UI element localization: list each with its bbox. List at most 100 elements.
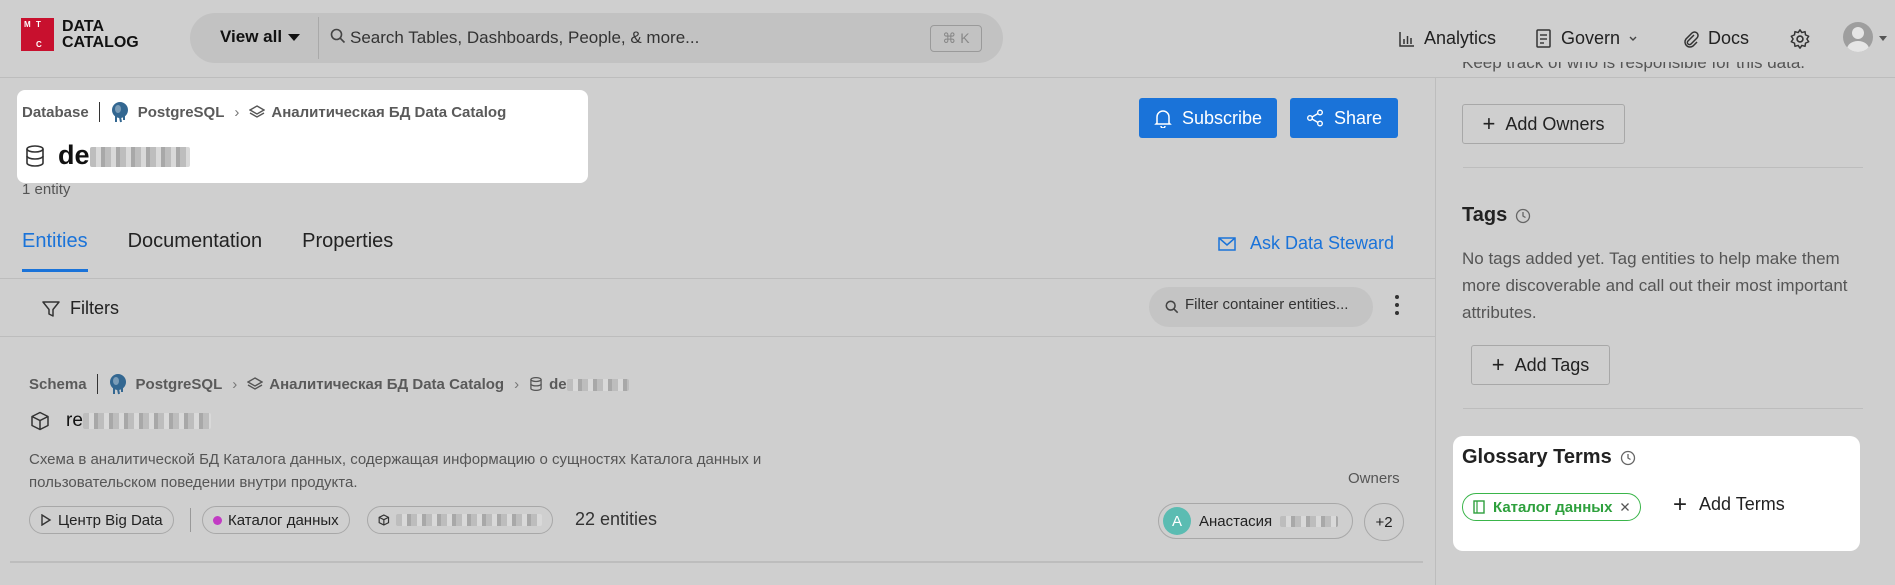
nav-govern[interactable]: Govern [1535, 28, 1638, 49]
entity-name: de [58, 140, 190, 171]
redacted-text [566, 378, 629, 391]
tag-chip[interactable]: Каталог данных [202, 506, 350, 534]
schema-title[interactable]: re [30, 410, 211, 432]
search-shortcut-hint: ⌘ K [930, 25, 982, 52]
add-owners-button[interactable]: + Add Owners [1462, 104, 1625, 144]
owner-chip[interactable]: A Анастасия [1158, 503, 1353, 539]
divider [1463, 408, 1863, 409]
subscribe-button[interactable]: Subscribe [1139, 98, 1277, 138]
mail-icon [1218, 236, 1236, 251]
entity-tabs: Entities Documentation Properties [22, 230, 393, 272]
document-list-icon [1536, 28, 1551, 48]
filter-container-input[interactable] [1185, 296, 1365, 313]
share-icon [1306, 109, 1323, 127]
schema-description: Схема в аналитической БД Каталога данных… [29, 451, 762, 491]
clock-info-icon [1516, 208, 1531, 223]
redacted-text [395, 514, 542, 526]
database-icon [26, 144, 44, 167]
platform-link[interactable]: PostgreSQL [138, 104, 225, 121]
ask-data-steward-link[interactable]: Ask Data Steward [1218, 233, 1394, 254]
view-all-dropdown[interactable]: View all [220, 27, 301, 47]
container-link[interactable]: Аналитическая БД Data Catalog [271, 104, 506, 121]
app-logo[interactable]: M T C DATA CATALOG [21, 18, 139, 51]
tab-properties[interactable]: Properties [302, 230, 393, 272]
caret-down-icon[interactable] [1879, 36, 1887, 41]
filters-button[interactable]: Filters [42, 298, 119, 319]
container-layers-icon [247, 377, 264, 390]
postgresql-icon [111, 102, 128, 123]
add-tags-button[interactable]: + Add Tags [1471, 345, 1610, 385]
owners-description: Keep track of who is responsible for thi… [1462, 62, 1806, 72]
owner-name: Анастасия [1199, 512, 1273, 530]
nav-docs[interactable]: Docs [1682, 28, 1749, 49]
sidebar-divider [1435, 78, 1436, 585]
bar-chart-icon [1399, 31, 1414, 47]
schema-name: re [66, 410, 211, 432]
more-options-icon[interactable] [1394, 293, 1400, 319]
divider [0, 336, 1435, 337]
search-icon [1165, 300, 1179, 314]
divider [0, 278, 1435, 279]
entity-title: de [24, 140, 190, 171]
search-input[interactable] [350, 25, 910, 51]
glossary-terms-card: Glossary Terms Каталог данных + Add Term… [1453, 436, 1860, 551]
schema-cube-icon [31, 411, 49, 431]
entity-type-label: Schema [29, 375, 87, 393]
paperclip-icon [1684, 30, 1699, 48]
tab-entities[interactable]: Entities [22, 230, 88, 272]
chevron-right-icon: › [232, 375, 238, 393]
entity-count: 1 entity [22, 181, 71, 198]
entities-count: 22 entities [575, 509, 658, 529]
plus-icon: + [1673, 490, 1688, 518]
data-product-cube-icon [378, 514, 390, 526]
divider [1463, 167, 1863, 168]
bell-icon [1154, 110, 1172, 128]
caret-down-icon [288, 33, 301, 41]
redacted-text [1280, 515, 1339, 527]
share-button[interactable]: Share [1290, 98, 1398, 138]
tag-dot-icon [213, 515, 222, 525]
plus-icon: + [1482, 111, 1496, 136]
redacted-text [89, 146, 190, 167]
container-filter-search [1149, 287, 1373, 327]
logo-mark: M T C [21, 18, 54, 51]
database-link[interactable]: de [549, 376, 629, 393]
container-layers-icon [249, 105, 266, 118]
breadcrumb: Database PostgreSQL › Аналитическая БД D… [22, 101, 506, 123]
user-avatar[interactable] [1843, 22, 1873, 52]
add-terms-button[interactable]: + Add Terms [1673, 490, 1785, 518]
tags-section-title: Tags [1462, 204, 1531, 227]
platform-link[interactable]: PostgreSQL [136, 376, 223, 393]
glossary-section-title: Glossary Terms [1462, 446, 1636, 469]
owners-label: Owners [1348, 470, 1400, 487]
list-item[interactable]: Schema PostgreSQL › Аналитическая БД Dat… [10, 348, 1423, 563]
database-icon [530, 377, 542, 391]
breadcrumb: Schema PostgreSQL › Аналитическая БД Dat… [29, 373, 629, 395]
divider [190, 508, 191, 532]
search-icon [330, 28, 346, 44]
settings-gear-icon[interactable] [1789, 28, 1811, 50]
chevron-right-icon: › [514, 375, 520, 393]
divider [318, 17, 319, 59]
plus-icon: + [1491, 352, 1505, 377]
close-icon[interactable] [1620, 502, 1630, 512]
redacted-text [82, 412, 211, 429]
nav-analytics[interactable]: Analytics [1398, 28, 1496, 49]
avatar: A [1163, 507, 1191, 535]
global-search-bar: View all ⌘ K [190, 13, 1003, 63]
logo-text: DATA CATALOG [62, 17, 139, 51]
more-owners-chip[interactable]: +2 [1364, 503, 1404, 541]
filter-funnel-icon [42, 300, 60, 317]
domain-tag[interactable]: Центр Big Data [29, 506, 174, 534]
tags-empty-message: No tags added yet. Tag entities to help … [1462, 249, 1848, 322]
container-link[interactable]: Аналитическая БД Data Catalog [269, 376, 504, 393]
chevron-down-icon [1629, 36, 1637, 41]
divider [96, 374, 98, 394]
data-product-chip[interactable] [367, 506, 553, 534]
glossary-term-chip[interactable]: Каталог данных [1462, 493, 1642, 521]
chevron-right-icon: › [234, 103, 240, 121]
tab-documentation[interactable]: Documentation [128, 230, 263, 272]
entity-header-card: Database PostgreSQL › Аналитическая БД D… [17, 90, 588, 183]
entity-type-label: Database [22, 103, 89, 121]
domain-arrow-icon [41, 514, 52, 526]
